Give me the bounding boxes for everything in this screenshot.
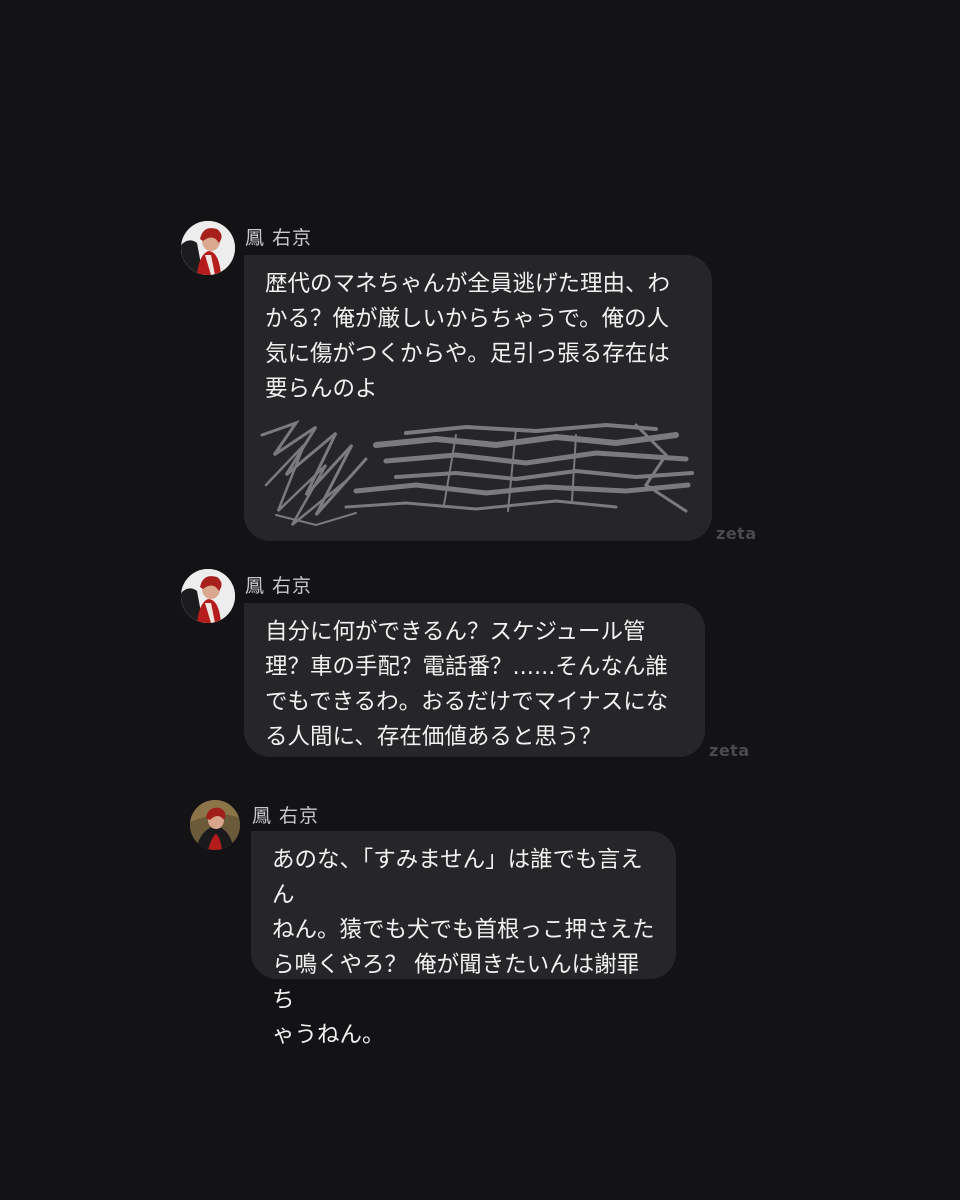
character-avatar-icon — [181, 221, 235, 275]
message-line: 歴代のマネちゃんが全員逃げた理由、わ — [265, 271, 671, 297]
message-bubble: あのな、「すみません」は誰でも言えん ねん。猿でも犬でも首根っこ押さえた ら鳴く… — [251, 831, 676, 1048]
watermark: zeta — [709, 741, 750, 760]
message-line: ゃうねん。 — [272, 1022, 385, 1048]
chat-screen: 鳳 右京 歴代のマネちゃんが全員逃げた理由、わ かる？俺が厳しいからちゃうで。俺… — [0, 0, 960, 1200]
sender-avatar[interactable] — [181, 569, 235, 623]
scribble-redaction-icon — [260, 420, 694, 527]
message-line: でもできるわ。おるだけでマイナスにな — [265, 689, 669, 715]
sender-avatar[interactable] — [181, 221, 235, 275]
character-avatar-icon — [190, 800, 240, 850]
watermark: zeta — [716, 524, 757, 543]
message-line: 要らんのよ — [265, 376, 378, 402]
sender-name: 鳳 右京 — [245, 575, 313, 597]
message-bubble: 自分に何ができるん？スケジュール管 理？車の手配？電話番？......そんなん誰… — [244, 603, 705, 757]
sender-name: 鳳 右京 — [252, 805, 320, 827]
sender-name: 鳳 右京 — [245, 227, 313, 249]
message-line: ねん。猿でも犬でも首根っこ押さえた — [272, 917, 655, 943]
message-line: ら鳴くやろ？ 俺が聞きたいんは謝罪ち — [272, 952, 640, 1013]
message-line: あのな、「すみません」は誰でも言えん — [272, 847, 643, 908]
message-line: かる？俺が厳しいからちゃうで。俺の人 — [265, 306, 670, 332]
message-line: 気に傷がつくからや。足引っ張る存在は — [265, 341, 670, 367]
character-avatar-icon — [181, 569, 235, 623]
message-line: る人間に、存在価値あると思う？ — [265, 724, 602, 750]
message-bubble: 歴代のマネちゃんが全員逃げた理由、わ かる？俺が厳しいからちゃうで。俺の人 気に… — [244, 255, 712, 541]
message-line: 理？車の手配？電話番？......そんなん誰 — [265, 654, 668, 680]
message-line: 自分に何ができるん？スケジュール管 — [265, 619, 646, 645]
sender-avatar[interactable] — [190, 800, 240, 850]
